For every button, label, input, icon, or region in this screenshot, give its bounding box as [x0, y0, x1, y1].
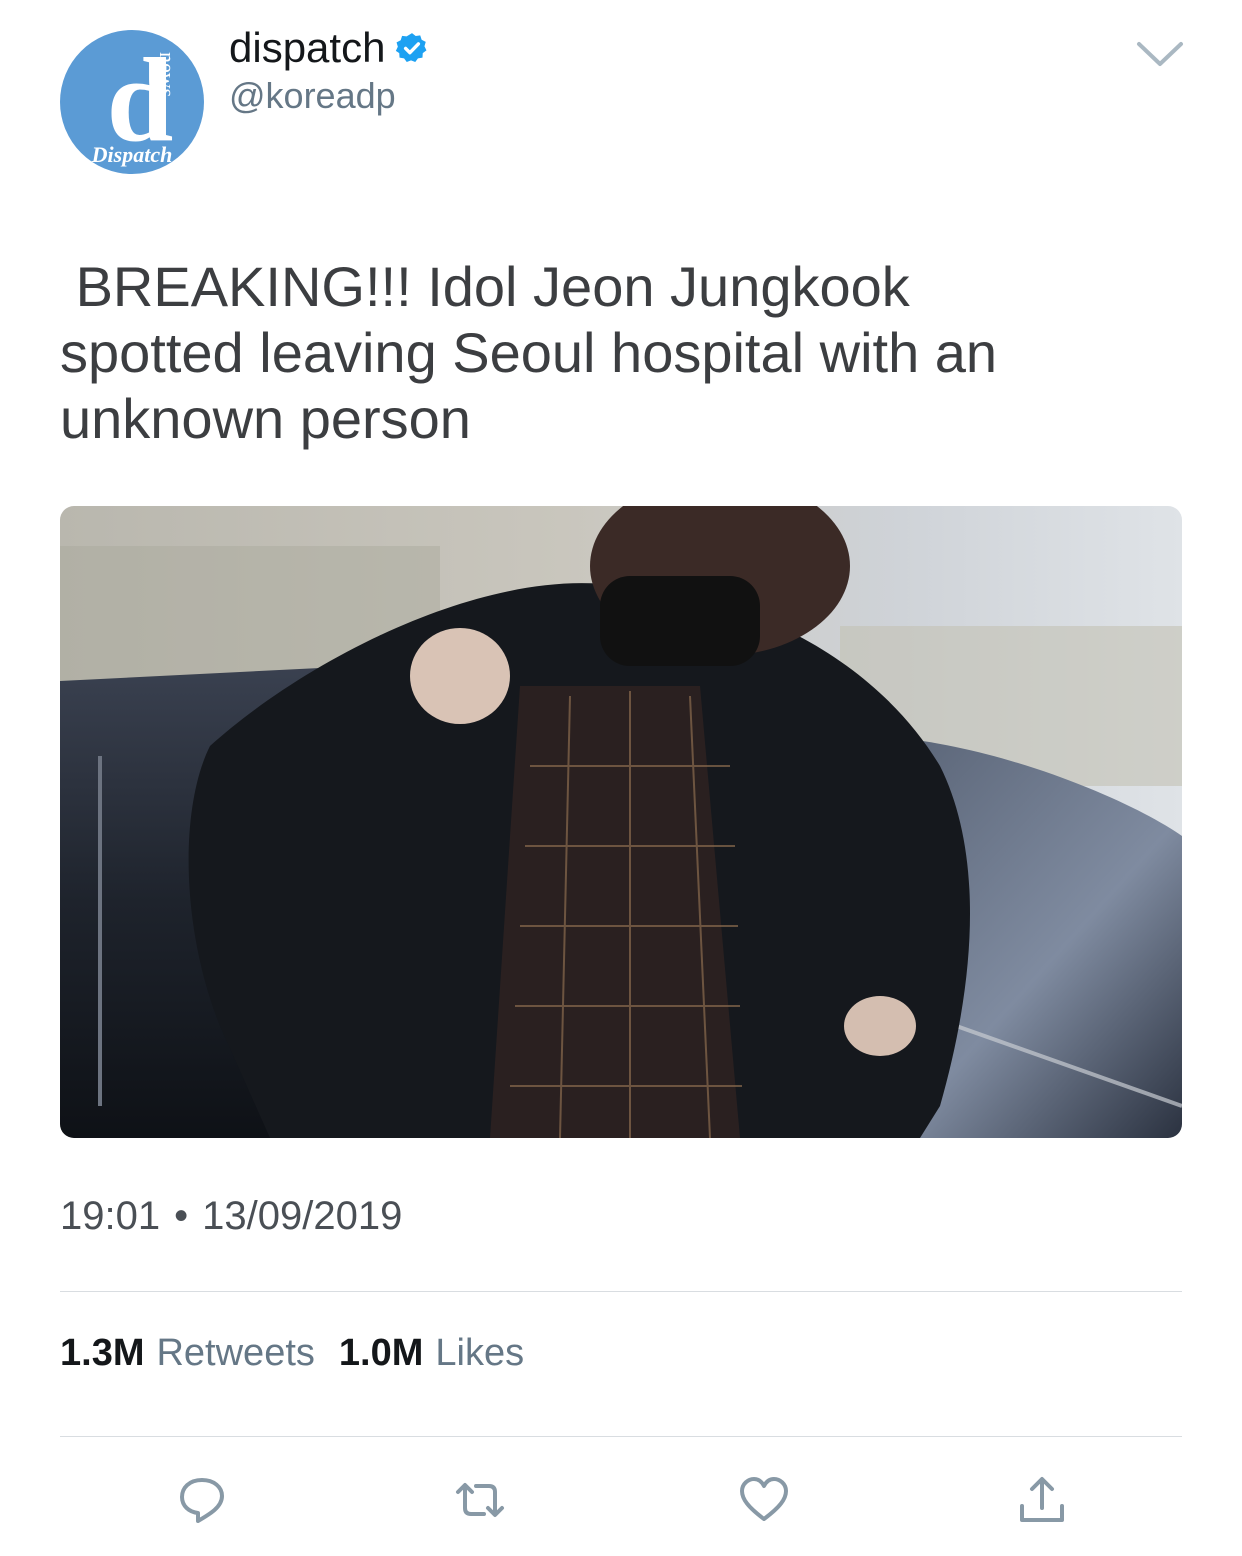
user-handle[interactable]: @koreadp — [229, 76, 396, 116]
verified-badge-icon — [396, 33, 427, 63]
retweets-label: Retweets — [156, 1332, 315, 1374]
retweets-stat[interactable]: 1.3M Retweets — [60, 1332, 339, 1374]
avatar-bottom-text: Dispatch — [91, 142, 173, 167]
likes-label: Likes — [435, 1332, 525, 1374]
heart-icon[interactable] — [738, 1474, 790, 1526]
timestamp-separator: • — [174, 1194, 189, 1238]
retweets-count: 1.3M — [60, 1332, 145, 1374]
avatar[interactable]: d news Dispatch — [60, 30, 204, 174]
divider — [60, 1436, 1182, 1437]
tweet-photo[interactable] — [60, 506, 1182, 1138]
retweet-icon[interactable] — [454, 1474, 506, 1526]
divider — [60, 1291, 1182, 1292]
share-icon[interactable] — [1016, 1474, 1068, 1526]
tweet-time: 19:01 — [60, 1194, 161, 1238]
tweet-date: 13/09/2019 — [202, 1194, 403, 1238]
display-name[interactable]: dispatch — [229, 26, 429, 70]
likes-stat[interactable]: 1.0M Likes — [339, 1332, 548, 1374]
avatar-side-text: news — [155, 52, 180, 97]
tweet-stats: 1.3M Retweets 1.0M Likes — [60, 1330, 548, 1376]
chevron-down-icon[interactable] — [1135, 38, 1185, 70]
tweet-timestamp[interactable]: 19:01 • 13/09/2019 — [60, 1192, 402, 1240]
likes-count: 1.0M — [338, 1332, 424, 1374]
display-name-text: dispatch — [229, 24, 386, 71]
reply-icon[interactable] — [176, 1474, 228, 1526]
tweet-text: BREAKING!!! Idol Jeon Jungkook spotted l… — [60, 255, 998, 450]
